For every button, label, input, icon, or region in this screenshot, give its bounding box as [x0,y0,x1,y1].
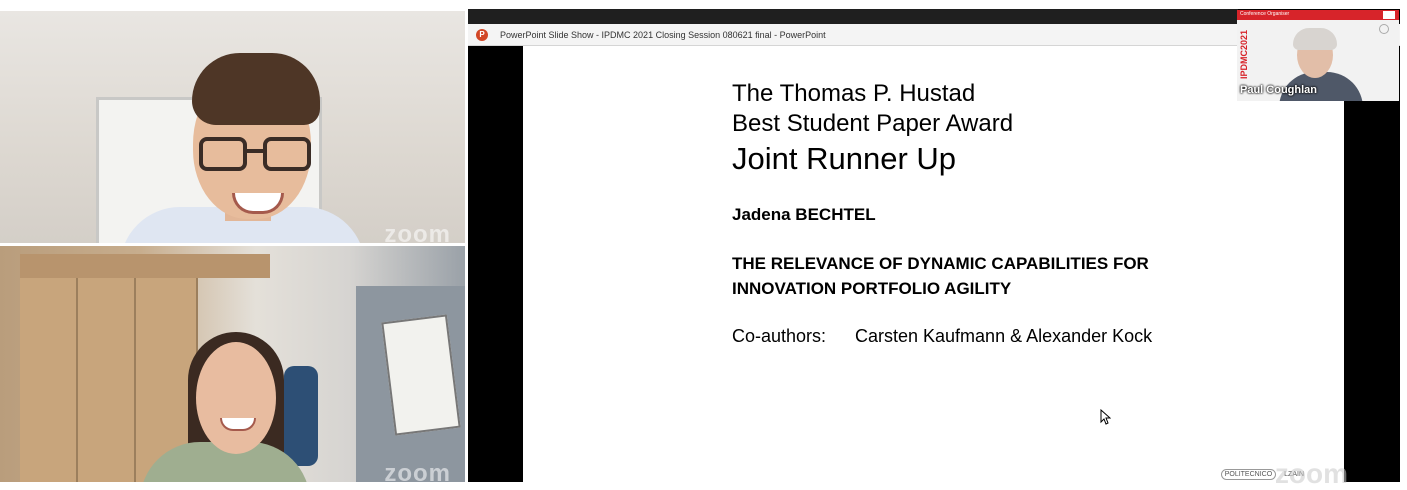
presentation-slide: The Thomas P. Hustad Best Student Paper … [523,46,1348,489]
hanging-coat [284,366,318,466]
participant-glasses [199,137,313,173]
zoom-watermark: zoom [384,221,451,243]
presenter-video[interactable]: Conference Organiser IPDMC2021 Paul Coug… [1237,10,1399,101]
slide-coauthors-names: Carsten Kaufmann & Alexander Kock [855,326,1153,346]
powerpoint-icon: P [476,28,488,41]
role-badge: Conference Organiser [1240,11,1290,17]
slide-title-line-3: Joint Runner Up [732,141,957,176]
presenter-hair [1293,28,1337,50]
zoom-watermark: zoom [384,460,451,482]
participant-face [196,342,276,454]
window-title: PowerPoint Slide Show - IPDMC 2021 Closi… [500,29,826,40]
conference-banner: Conference Organiser [1237,10,1399,20]
sponsor-logo: POLITECNICO [1220,469,1277,480]
zoom-watermark: zoom [1274,458,1348,489]
event-name: IPDMC2021 [1239,30,1249,80]
participant-video-top[interactable]: zoom [0,11,465,243]
slide-author: Jadena BECHTEL [732,205,876,224]
share-top-bar [468,9,1238,24]
slide-title-line-1: The Thomas P. Hustad [732,80,976,107]
cabinet [20,278,78,482]
slide-paper-title-line-2: INNOVATION PORTFOLIO AGILITY [732,279,1012,298]
scroll-icon [1379,24,1389,34]
participant-hair [192,53,320,125]
cabinet-top [20,254,270,278]
conference-logo-icon [1383,11,1395,19]
wall-poster [381,314,461,436]
slide-paper-title-line-1: THE RELEVANCE OF DYNAMIC CAPABILITIES FO… [732,254,1149,273]
slide-coauthors-label: Co-authors: [732,326,827,346]
presenter-name-label: Paul Coughlan [1240,84,1317,96]
slide-title-line-2: Best Student Paper Award [732,110,1014,137]
cabinet [78,278,136,482]
participant-video-bottom[interactable]: zoom [0,246,465,482]
mouse-cursor-icon [1100,409,1111,425]
